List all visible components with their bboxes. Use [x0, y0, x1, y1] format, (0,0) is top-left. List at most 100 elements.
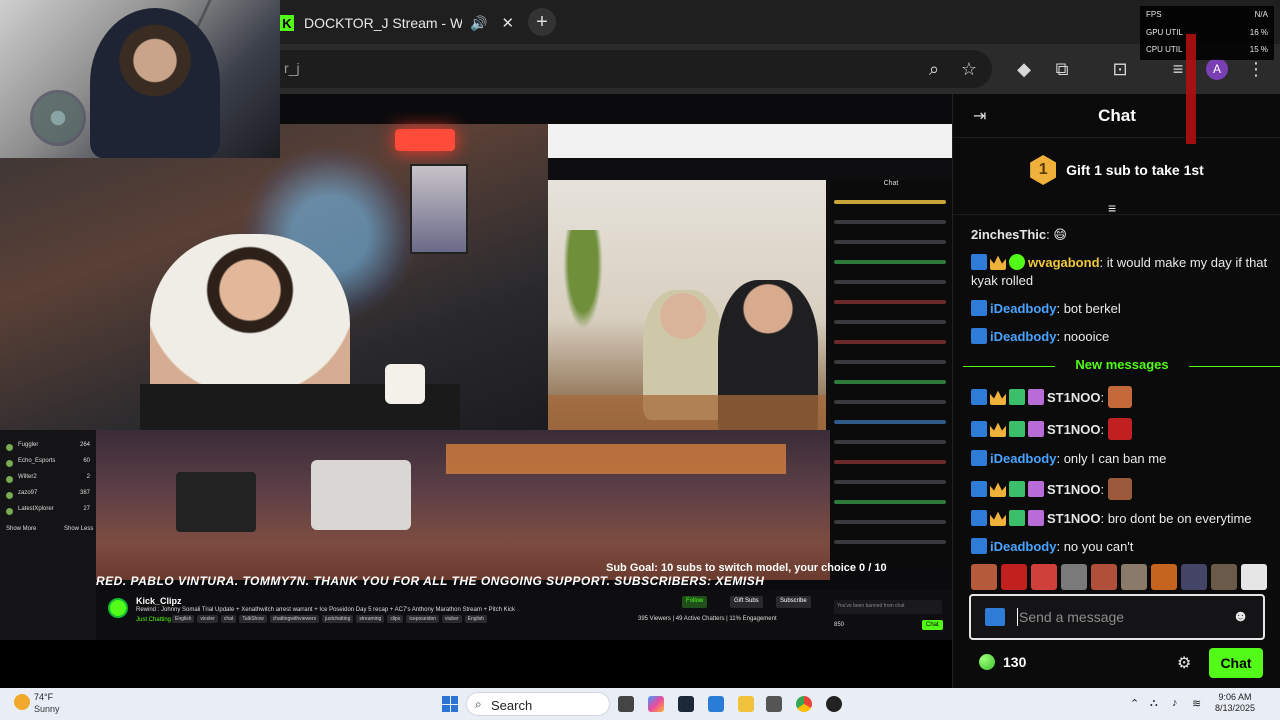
chrome-icon[interactable]: [796, 696, 812, 712]
browser-tab-bar: K DOCKTOR_J Stream - Watch 🔊 ✕ +: [280, 0, 1280, 44]
copilot-icon[interactable]: [648, 696, 664, 712]
channel-points[interactable]: 130: [979, 654, 1026, 670]
chat-text: noooice: [1060, 329, 1110, 344]
chat-message: iDeadbody: bot berkel: [971, 300, 1271, 318]
new-messages-divider[interactable]: New messages: [963, 356, 1280, 376]
quick-emote[interactable]: [1211, 564, 1237, 590]
profile-avatar[interactable]: A: [1206, 58, 1228, 80]
chat-header: ⇥ Chat: [953, 94, 1280, 138]
mod-badge-icon: [971, 389, 987, 405]
taskbar-search-label: Search: [491, 698, 533, 713]
chat-username[interactable]: ST1NOO: [1047, 482, 1100, 497]
chat-username[interactable]: iDeadbody: [990, 451, 1056, 466]
stream-tags: English viceler chat TalkShow chattingwi…: [172, 615, 488, 623]
address-bar-text: r_j: [284, 60, 300, 76]
emoji-picker-icon[interactable]: ☻: [1232, 608, 1249, 626]
stream-video[interactable]: Chat Fuggler 264 Echo_Esports 60 Wilter2…: [0, 94, 952, 640]
crown-badge-icon: [990, 511, 1006, 526]
system-clock[interactable]: 9:06 AM 8/13/2025: [1200, 692, 1270, 714]
emote-quick-bar: [971, 564, 1271, 592]
quick-emote[interactable]: [1091, 564, 1117, 590]
chat-username[interactable]: wvagabond: [1028, 255, 1100, 270]
quick-emote[interactable]: [1121, 564, 1147, 590]
chat-username[interactable]: ST1NOO: [1047, 390, 1100, 405]
address-bar[interactable]: r_j: [280, 50, 992, 88]
chat-input[interactable]: Send a message ☻: [969, 594, 1265, 640]
mod-badge-icon: [971, 254, 987, 270]
points-icon: [979, 654, 995, 670]
chat-username[interactable]: ST1NOO: [1047, 422, 1100, 437]
mod-badge-icon: [971, 421, 987, 437]
chat-username[interactable]: 2inchesThic: [971, 227, 1046, 242]
gift-leaderboard[interactable]: 1 Gift 1 sub to take 1st: [953, 150, 1280, 190]
points-value: 130: [1003, 654, 1027, 670]
quick-emote[interactable]: [971, 564, 997, 590]
weather-temp: 74°F: [34, 692, 54, 702]
media-search-icon[interactable]: ⊡: [1108, 57, 1132, 81]
crown-badge-icon: [990, 255, 1006, 270]
stream-category: Just Chatting: [136, 617, 172, 623]
chat-settings-icon[interactable]: ⚙: [1177, 653, 1191, 673]
chat-username[interactable]: ST1NOO: [1047, 511, 1100, 526]
microphone-icon[interactable]: ♪: [1172, 697, 1178, 709]
new-tab-button[interactable]: +: [528, 8, 556, 36]
captured-chat-button: Chat: [922, 620, 943, 630]
crown-badge-icon: [990, 390, 1006, 405]
following-item: zazo97 387: [6, 490, 90, 502]
browser-tab[interactable]: K DOCKTOR_J Stream - Watch 🔊 ✕: [280, 6, 520, 40]
subscriber-ticker: RED. PABLO VINTURA. TOMMY7N. THANK YOU F…: [96, 574, 765, 588]
quick-emote[interactable]: [1001, 564, 1027, 590]
chat-username[interactable]: iDeadbody: [990, 329, 1056, 344]
show-more-link: Show More: [6, 526, 37, 532]
channel-avatar: [108, 598, 128, 618]
green-badge-icon: [1009, 510, 1025, 526]
chat-panel: ⇥ Chat 1 Gift 1 sub to take 1st ≡ 2inche…: [952, 94, 1280, 688]
green-badge-icon: [1009, 389, 1025, 405]
crown-badge-icon: [990, 482, 1006, 497]
crown-badge-icon: [990, 422, 1006, 437]
chat-text: 😄: [1049, 227, 1067, 242]
captured-points: 850: [834, 622, 845, 628]
quick-emote[interactable]: [1031, 564, 1057, 590]
stream-tag: iceposeidon: [406, 615, 440, 623]
app-icon[interactable]: [766, 696, 782, 712]
zoom-icon[interactable]: ⌕: [922, 57, 946, 81]
channel-name: Kick_Clipz: [136, 596, 182, 606]
chat-username[interactable]: iDeadbody: [990, 539, 1056, 554]
task-view-icon[interactable]: [618, 696, 634, 712]
chat-message: 2inchesThic: 😄: [971, 226, 1271, 244]
tray-chevron-icon[interactable]: ⌃: [1130, 697, 1139, 710]
stream-tag: English: [172, 615, 195, 623]
network-icon[interactable]: ⛬: [1150, 697, 1158, 710]
obs-icon[interactable]: [826, 696, 842, 712]
taskbar-search[interactable]: ⌕ Search: [466, 692, 610, 716]
send-chat-button[interactable]: Chat: [1209, 648, 1263, 678]
extensions-puzzle-icon[interactable]: ⧉: [1050, 57, 1074, 81]
steam-icon[interactable]: [678, 696, 694, 712]
browser-menu-icon[interactable]: ⋮: [1244, 57, 1268, 81]
chat-username[interactable]: iDeadbody: [990, 301, 1056, 316]
store-icon[interactable]: [708, 696, 724, 712]
file-explorer-icon[interactable]: [738, 696, 754, 712]
chat-messages: 2inchesThic: 😄 wvagabond: it would make m…: [963, 226, 1280, 566]
weather-sun-icon[interactable]: [14, 694, 30, 710]
quick-emote[interactable]: [1181, 564, 1207, 590]
quick-emote[interactable]: [1241, 564, 1267, 590]
quick-emote[interactable]: [1061, 564, 1087, 590]
mod-badge-icon: [971, 481, 987, 497]
chat-title: Chat: [1098, 106, 1136, 125]
bookmark-star-icon[interactable]: ☆: [957, 57, 981, 81]
captured-chat-panel: Chat: [830, 180, 952, 564]
extension-diamond-icon[interactable]: ◆: [1012, 57, 1036, 81]
captured-gift-subs-button: Gift Subs: [730, 596, 763, 608]
mod-badge-icon: [971, 538, 987, 554]
tab-close-icon[interactable]: ✕: [501, 14, 514, 32]
chat-message: ST1NOO:: [971, 418, 1271, 440]
quick-emote[interactable]: [1151, 564, 1177, 590]
windows-start-icon[interactable]: [442, 696, 458, 712]
tab-audio-icon[interactable]: 🔊: [470, 15, 487, 32]
following-item: LatestXplorer 27: [6, 506, 90, 518]
chat-message: iDeadbody: noooice: [971, 328, 1271, 346]
stream-tag: chat: [220, 615, 237, 623]
stream-tag: English: [464, 615, 488, 623]
